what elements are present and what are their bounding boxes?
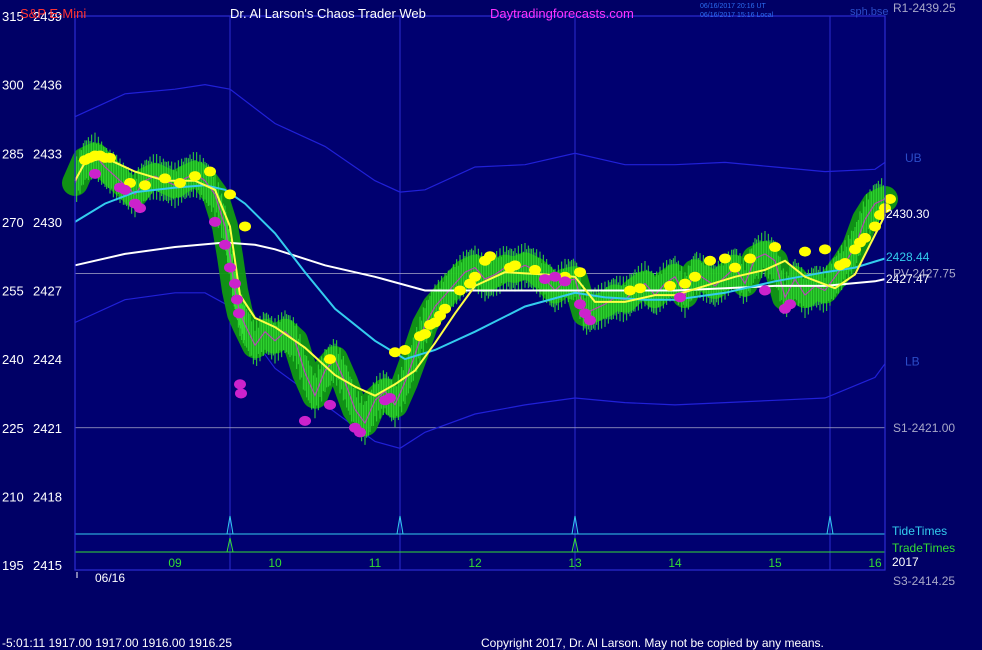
time-tick-label: 13 [568,556,582,570]
value-label: 2428.44 [886,250,930,264]
time-tick-label: 15 [768,556,782,570]
timestamp-utc: 06/16/2017 20:16 UT [700,3,766,10]
dot-up [819,244,831,255]
dot-up [529,264,541,275]
dot-down [209,216,221,227]
dot-down [219,239,231,250]
dot-down [89,168,101,179]
dot-up [744,253,756,264]
dot-up [324,354,336,365]
level-label: R1-2439.25 [893,1,956,15]
time-tick-label: 16 [868,556,882,570]
dot-up [204,166,216,177]
footer-readout: -5:01:11 1917.00 1917.00 1916.00 1916.25 [2,636,232,650]
dot-down [299,415,311,426]
dot-down [235,388,247,399]
dot-up [484,251,496,262]
dot-up [664,280,676,291]
price-tick-label: 2415 [33,558,62,573]
value-label: 2430.30 [886,207,930,221]
dot-up [419,328,431,339]
dot-up [159,173,171,184]
price-tick-label: 2424 [33,352,62,367]
level-label: S3-2414.25 [893,574,955,588]
dot-up [799,246,811,257]
dot-up [239,221,251,232]
dot-up [839,258,851,269]
band-label: UB [905,151,922,165]
dot-up [189,171,201,182]
time-tick-label: 12 [468,556,482,570]
price-tick-label: 2433 [33,146,62,161]
osc-tick-label: 225 [2,421,24,436]
dot-up [574,267,586,278]
dot-up [869,221,881,232]
level-label: S1-2421.00 [893,421,955,435]
tide-label: TideTimes [892,524,947,538]
price-tick-label: 2418 [33,489,62,504]
dot-up [719,253,731,264]
date-label: 06/16 [95,571,125,585]
dot-down [574,299,586,310]
dot-down [384,393,396,404]
band-label: LB [905,354,920,368]
dot-down [233,308,245,319]
dot-up [399,344,411,355]
chart-title: Dr. Al Larson's Chaos Trader Web [230,6,426,21]
instrument-title: S&P E-Mini [20,6,86,21]
price-tick-label: 2430 [33,215,62,230]
chart-canvas: 315 2439300 2436285 2433270 2430255 2427240 24… [0,0,982,650]
time-tick-label: 09 [168,556,182,570]
time-tick-label: 10 [268,556,282,570]
value-label: 2427.47 [886,272,930,286]
dot-up [454,285,466,296]
dot-down [229,278,241,289]
price-tick-label: 2436 [33,78,62,93]
osc-tick-label: 285 [2,146,24,161]
price-tick-label: 2427 [33,284,62,299]
dot-down [559,276,571,287]
dot-up [469,271,481,282]
dot-down [784,299,796,310]
osc-tick-label: 195 [2,558,24,573]
dot-up [509,260,521,271]
dot-up [139,180,151,191]
dot-down [674,292,686,303]
dot-down [354,427,366,438]
osc-tick-label: 240 [2,352,24,367]
dot-down [584,315,596,326]
dot-up [704,255,716,266]
osc-tick-label: 270 [2,215,24,230]
dot-up [689,271,701,282]
site-link[interactable]: Daytradingforecasts.com [490,6,634,21]
osc-tick-label: 255 [2,284,24,299]
dot-up [729,262,741,273]
dot-up [439,303,451,314]
year-label: 2017 [892,555,919,569]
osc-tick-label: 300 [2,78,24,93]
time-tick-label: 11 [369,556,382,570]
dot-down [119,184,131,195]
dot-up [224,189,236,200]
timestamp-local: 06/16/2017 15:16 Local [700,12,774,19]
dot-up [884,194,896,204]
dot-down [224,262,236,273]
copyright: Copyright 2017, Dr. Al Larson. May not b… [481,636,824,650]
dot-down [759,285,771,296]
osc-tick-label: 210 [2,489,24,504]
time-tick-label: 14 [668,556,682,570]
price-tick-label: 2421 [33,421,62,436]
trade-label: TradeTimes [892,541,955,555]
dot-down [231,294,243,305]
dot-up [769,242,781,253]
dot-up [859,232,871,243]
dot-up [679,278,691,289]
dot-down [324,399,336,410]
dot-up [634,283,646,294]
dot-down [134,203,146,214]
dot-down [234,379,246,390]
dot-up [174,177,186,188]
dot-up [104,152,116,163]
corner-label: sph.bse [850,6,889,18]
